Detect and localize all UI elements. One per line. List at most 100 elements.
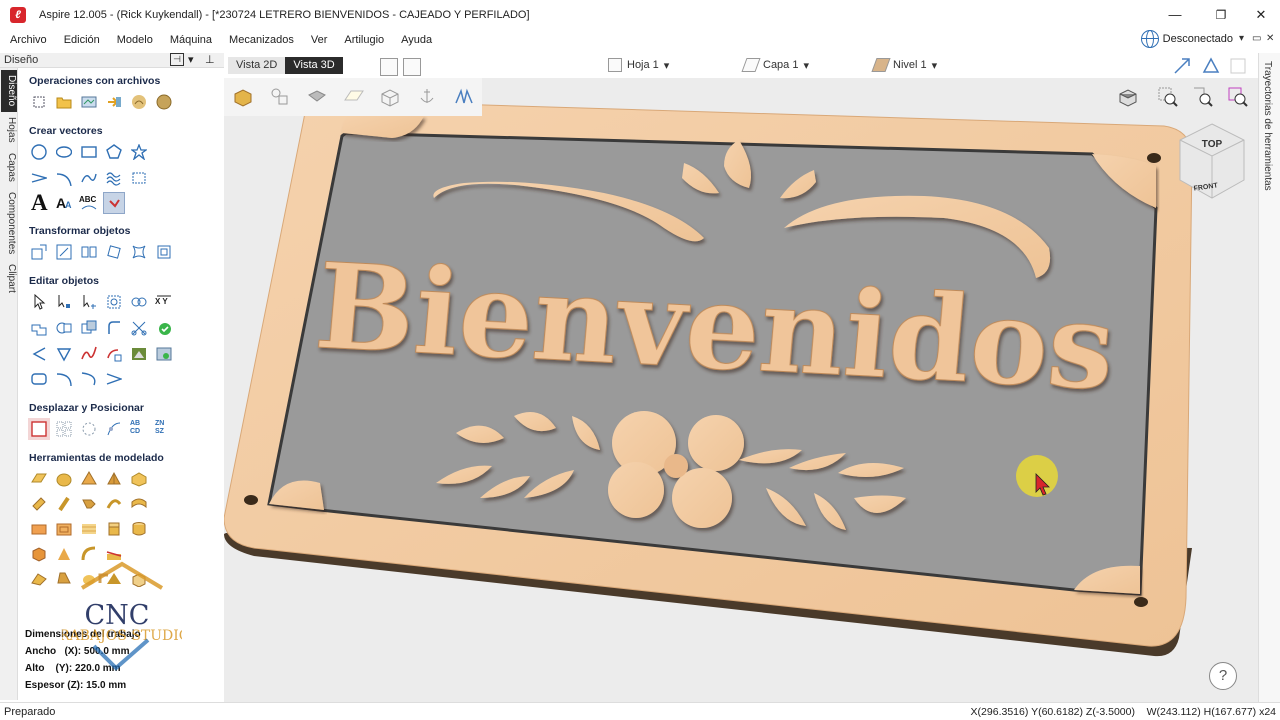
spin-icon[interactable] (78, 493, 100, 515)
polyline-tool-icon[interactable] (28, 167, 50, 189)
tilt-model-icon[interactable] (28, 568, 50, 590)
minimize-button[interactable]: — (1158, 0, 1192, 30)
scale-icon[interactable] (53, 241, 75, 263)
polygon-tool-icon[interactable] (103, 141, 125, 163)
network-status[interactable]: Desconectado (1140, 28, 1233, 50)
flat-model-icon[interactable] (28, 468, 50, 490)
two-rail-sweep-icon[interactable] (53, 493, 75, 515)
ellipse-tool-icon[interactable] (53, 141, 75, 163)
distort-icon[interactable] (128, 241, 150, 263)
panel-menu-icon[interactable]: ▾ (188, 53, 194, 66)
block-array-icon[interactable]: AB CD (128, 418, 150, 440)
create-from-image-icon[interactable] (153, 343, 175, 365)
rotate-icon[interactable] (103, 241, 125, 263)
help-button[interactable]: ? (1209, 662, 1237, 690)
node-edit-icon[interactable] (53, 291, 75, 313)
level-selector[interactable]: Nivel 1 ▾ (871, 58, 937, 72)
tab-clipart[interactable]: Clipart (1, 260, 17, 296)
extrude-icon[interactable] (28, 493, 50, 515)
dropdown-arrow-icon[interactable]: ▾ (1239, 33, 1244, 44)
menu-artilugio[interactable]: Artilugio (334, 34, 391, 46)
create-component-icon[interactable] (78, 518, 100, 540)
measure-xy-icon[interactable]: X Y (153, 291, 175, 313)
pin-icon[interactable]: ⊥ (205, 53, 215, 66)
copy-along-vector-icon[interactable] (103, 418, 125, 440)
menu-mecanizados[interactable]: Mecanizados (219, 34, 301, 46)
import-component-icon[interactable] (103, 91, 125, 113)
menu-edicion[interactable]: Edición (54, 34, 107, 46)
restore-panel-button[interactable]: ▭ (1252, 33, 1261, 44)
mold-icon[interactable] (28, 518, 50, 540)
text-tool-icon[interactable]: A (28, 190, 50, 215)
collapse-panel-button[interactable]: ⊣ (170, 53, 184, 66)
tab-toolpaths[interactable]: Trayectorias de herramientas (1262, 61, 1273, 191)
trim-icon[interactable] (128, 291, 150, 313)
plane-view-icon[interactable] (335, 78, 372, 116)
tab-view-2d[interactable]: Vista 2D (228, 57, 286, 74)
dimension-tool-icon[interactable] (128, 167, 150, 189)
toolpath-preview-icon[interactable] (445, 78, 482, 116)
tab-diseno[interactable]: Diseño (1, 70, 17, 112)
close-panel-button[interactable]: ✕ (1266, 33, 1274, 44)
reset-view-icon[interactable] (1117, 86, 1139, 108)
line-vector-icon[interactable] (103, 368, 125, 390)
toolpath-new-icon[interactable] (1172, 56, 1194, 76)
smooth-curve-icon[interactable] (78, 343, 100, 365)
bezier-arc-icon[interactable] (78, 368, 100, 390)
anchor-icon[interactable] (408, 78, 445, 116)
dome-model-icon[interactable] (53, 468, 75, 490)
view-cube[interactable]: TOP FRONT (1176, 122, 1248, 200)
material-view-icon[interactable] (298, 78, 335, 116)
open-file-icon[interactable] (53, 91, 75, 113)
tab-hojas[interactable]: Hojas (1, 114, 17, 146)
autolayout-text-icon[interactable]: AA (53, 192, 75, 214)
nest-parts-icon[interactable] (128, 343, 150, 365)
subtract-icon[interactable] (53, 317, 75, 339)
nest-letters-icon[interactable]: ZN SZ (153, 418, 175, 440)
circle-tool-icon[interactable] (28, 141, 50, 163)
fillet-icon[interactable] (103, 317, 125, 339)
offset-icon[interactable] (53, 343, 75, 365)
wave-tool-icon[interactable] (103, 167, 125, 189)
menu-ayuda[interactable]: Ayuda (391, 34, 439, 46)
curve-fit-icon[interactable] (103, 343, 125, 365)
wireframe-view-icon[interactable] (371, 78, 408, 116)
rectangle-tool-icon[interactable] (78, 141, 100, 163)
star-tool-icon[interactable] (128, 141, 150, 163)
cylinder-model-icon[interactable] (128, 518, 150, 540)
rounded-rect-icon[interactable] (28, 368, 50, 390)
texture-area-icon[interactable] (53, 518, 75, 540)
zoom-extents-icon[interactable] (1157, 86, 1179, 108)
join-vectors-icon[interactable] (28, 343, 50, 365)
transform-select-icon[interactable] (78, 291, 100, 313)
align-icon[interactable] (153, 241, 175, 263)
box-model-icon[interactable] (28, 543, 50, 565)
array-copy-icon[interactable] (53, 418, 75, 440)
bitmap-trace-icon[interactable] (103, 192, 125, 214)
circular-array-icon[interactable] (78, 418, 100, 440)
layer-selector[interactable]: Capa 1 ▾ (741, 58, 809, 72)
curve-tool-icon[interactable] (78, 167, 100, 189)
arc-tool-icon[interactable] (53, 167, 75, 189)
menu-ver[interactable]: Ver (301, 34, 335, 46)
tab-componentes[interactable]: Componentes (1, 188, 17, 258)
tab-capas[interactable]: Capas (1, 150, 17, 184)
solid-view-icon[interactable] (224, 78, 261, 116)
new-job-icon[interactable] (28, 91, 50, 113)
select-arrow-icon[interactable] (28, 291, 50, 313)
close-button[interactable]: ✕ (1244, 0, 1278, 30)
pyramid-model-icon[interactable] (78, 468, 100, 490)
move-icon[interactable] (28, 241, 50, 263)
tab-view-3d[interactable]: Vista 3D (285, 57, 343, 74)
split-view-icon[interactable] (403, 58, 421, 76)
toolpath-shape-icon[interactable] (1200, 56, 1222, 76)
flat-arc-icon[interactable] (53, 368, 75, 390)
shape-editor-icon[interactable] (128, 468, 150, 490)
maximize-button[interactable]: ❐ (1204, 0, 1238, 30)
revolve-icon[interactable] (103, 493, 125, 515)
text-on-curve-icon[interactable]: ABC (78, 192, 100, 214)
menu-maquina[interactable]: Máquina (160, 34, 219, 46)
shapes-view-icon[interactable] (261, 78, 298, 116)
import-clipart-icon[interactable] (128, 91, 150, 113)
toolpath-panel-icon[interactable] (1228, 56, 1250, 76)
